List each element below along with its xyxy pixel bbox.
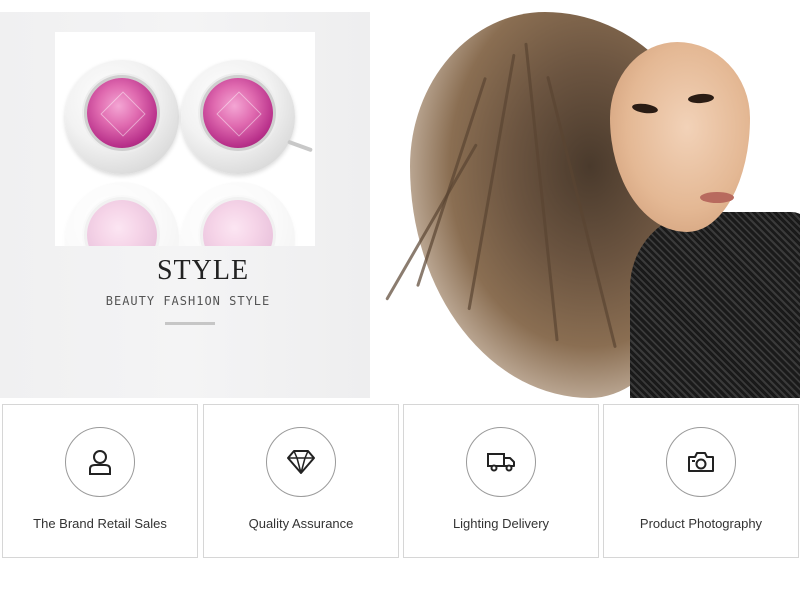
- feature-card-delivery: Lighting Delivery: [403, 404, 599, 558]
- feature-icon-circle: [666, 427, 736, 497]
- model-lips: [700, 192, 734, 203]
- diamond-icon: [287, 450, 315, 474]
- user-icon: [89, 450, 111, 475]
- feature-cards: The Brand Retail Sales Quality Assurance…: [0, 404, 800, 560]
- left-earring: [65, 60, 179, 174]
- feature-icon-circle: [466, 427, 536, 497]
- feature-card-quality: Quality Assurance: [203, 404, 399, 558]
- model-dress: [630, 212, 800, 398]
- right-earring: [181, 60, 295, 174]
- pink-gem-left: [87, 78, 157, 148]
- left-earring-reflection: [65, 182, 179, 246]
- truck-icon: [487, 453, 515, 472]
- style-panel: STYLE BEAUTY FASH1ON STYLE: [0, 12, 370, 398]
- feature-icon-circle: [266, 427, 336, 497]
- earring-pin: [287, 139, 313, 153]
- style-heading: STYLE: [156, 255, 250, 286]
- right-earring-reflection: [181, 182, 295, 246]
- feature-label: Quality Assurance: [248, 516, 354, 531]
- model-photo: [370, 12, 800, 398]
- feature-label: Lighting Delivery: [452, 516, 550, 531]
- feature-label: Product Photography: [639, 516, 763, 531]
- feature-icon-circle: [65, 427, 135, 497]
- camera-icon: [688, 452, 714, 472]
- feature-label: The Brand Retail Sales: [33, 516, 167, 531]
- pink-gem-right: [203, 78, 273, 148]
- earrings-product-image: [55, 32, 315, 246]
- style-subheading: BEAUTY FASH1ON STYLE: [105, 294, 271, 308]
- hero-banner: STYLE BEAUTY FASH1ON STYLE: [0, 12, 800, 398]
- feature-card-retail: The Brand Retail Sales: [2, 404, 198, 558]
- feature-card-photography: Product Photography: [603, 404, 799, 558]
- heading-underline: [165, 322, 215, 325]
